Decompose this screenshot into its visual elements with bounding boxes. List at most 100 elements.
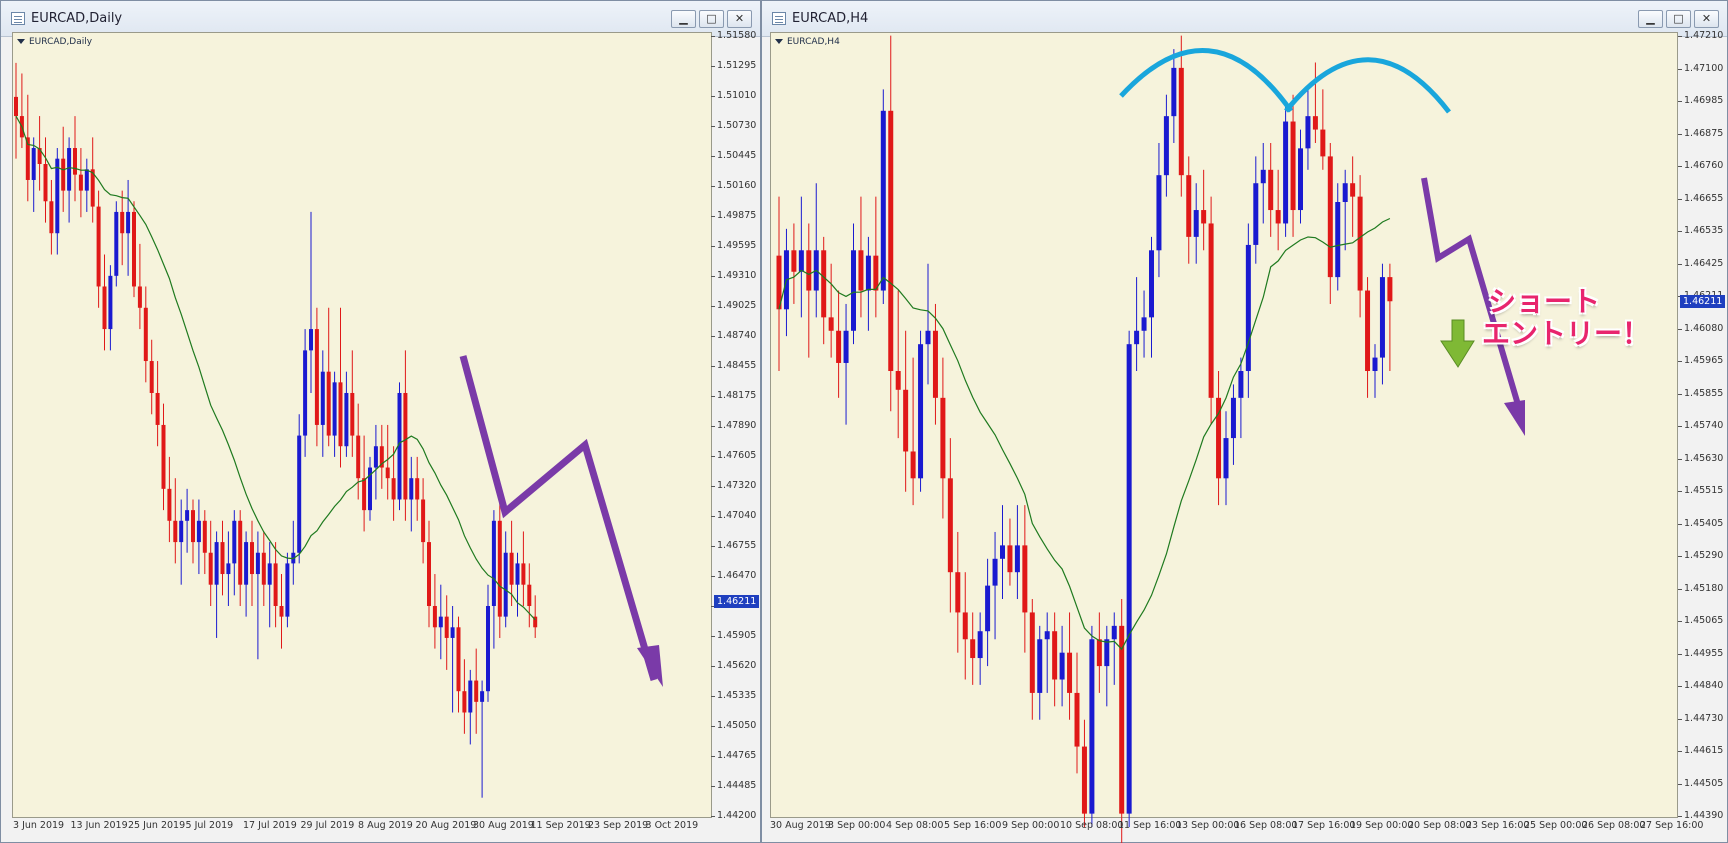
candle-body [338,382,343,447]
candle-body [49,201,54,234]
daily-chart-window[interactable]: EURCAD,Daily ▁ □ ✕ EURCAD,Daily 1.51580 1… [0,0,761,843]
candle-body [1119,625,1125,814]
h4-chart-window[interactable]: EURCAD,H4 ▁ □ ✕ EURCAD,H4 ショート エントリー！ 1.… [761,0,1728,843]
candle [843,303,849,425]
candle-body [114,211,119,276]
candle [250,520,254,606]
candle-body [1163,116,1169,176]
candle [456,616,461,713]
candle [415,456,420,521]
close-button[interactable]: ✕ [727,10,752,28]
candle-body [403,392,408,500]
candle [114,201,119,287]
daily-candles-svg [14,62,663,798]
candle-body [1052,631,1058,680]
close-button[interactable]: ✕ [1694,10,1719,28]
candle [474,648,479,734]
candle [1067,612,1073,720]
candle-body [244,542,249,585]
candle-body [992,558,998,586]
candle-body [314,329,319,425]
price-axis-tick: 1.45050 [710,720,757,731]
candle [14,62,18,159]
candle-body [444,616,449,638]
daily-window-title: EURCAD,Daily [31,11,123,26]
candle-body [67,148,72,191]
time-axis-tick: 13 Sep 00:00 [1176,820,1240,831]
candle-body [895,371,901,390]
price-axis-tick: 1.44840 [1677,680,1724,691]
candle-body [1171,67,1177,117]
candle-body [955,572,961,613]
candle-body [1372,357,1378,372]
candle-body [828,317,834,331]
candle-body [1126,344,1132,814]
restore-button[interactable]: □ [1666,10,1691,28]
minimize-button[interactable]: ▁ [1638,10,1663,28]
candle-body [1327,156,1333,278]
candle [161,403,166,511]
h4-time-axis: 30 Aug 2019 3 Sep 00:00 4 Sep 08:00 5 Sep 1… [770,820,1703,836]
candle-body [910,451,916,479]
candle [285,552,290,628]
candle [1163,94,1169,197]
candle [356,403,361,500]
price-axis-tick: 1.47210 [1677,30,1724,41]
candle [486,584,490,702]
candle [813,183,819,318]
time-axis-tick: 20 Sep 08:00 [1408,820,1472,831]
candle-body [1156,175,1162,251]
candle [1290,94,1296,237]
time-axis-tick: 3 Oct 2019 [645,820,699,831]
restore-button[interactable]: □ [699,10,724,28]
candle-body [220,542,225,575]
candle-body [1290,121,1296,211]
candle-body [149,361,154,393]
candle [338,307,343,468]
candle [1000,505,1005,600]
time-axis-tick: 9 Sep 00:00 [1002,820,1060,831]
minimize-button[interactable]: ▁ [671,10,696,28]
time-axis-tick: 25 Jun 2019 [128,820,186,831]
candle-body [1201,210,1207,224]
candle-body [1029,612,1035,693]
h4-chart-plot[interactable]: EURCAD,H4 ショート エントリー！ [770,32,1678,843]
candle-body [962,612,968,640]
time-axis-tick: 23 Sep 2019 [588,820,649,831]
candle [432,574,437,649]
h4-candles-svg [776,35,1525,843]
candle-body [806,250,812,291]
candle-body [279,605,284,617]
price-axis-tick: 1.46760 [1677,160,1724,171]
candle-body [61,158,66,191]
candle [67,137,72,223]
candle [1007,518,1013,586]
candle [49,179,54,255]
time-axis-tick: 10 Sep 08:00 [1060,820,1124,831]
candle-body [456,627,461,692]
candle [126,179,131,276]
candle-body [1298,148,1303,211]
candle [962,572,968,680]
candle [350,350,355,457]
candle-body [491,520,496,606]
price-axis-tick: 1.45065 [1677,615,1724,626]
candle [940,357,946,519]
candle-body [888,110,894,372]
candle [444,595,449,670]
daily-chart-plot[interactable]: EURCAD,Daily [12,32,712,818]
candle [1305,89,1311,170]
candle [977,612,983,685]
time-axis-tick: 3 Sep 00:00 [828,820,886,831]
candle [1037,625,1043,720]
candle-body [1186,175,1192,237]
time-axis-tick: 8 Aug 2019 [358,820,413,831]
candle-body [14,96,18,117]
candle [1283,102,1289,237]
candle-body [191,510,195,543]
candle-body [450,627,455,638]
candle-body [480,691,485,702]
candle-body [332,382,337,436]
candle-body [1104,639,1110,667]
h4-price-axis: 1.47210 1.47100 1.46985 1.46875 1.46760 1.466… [1677,30,1728,821]
